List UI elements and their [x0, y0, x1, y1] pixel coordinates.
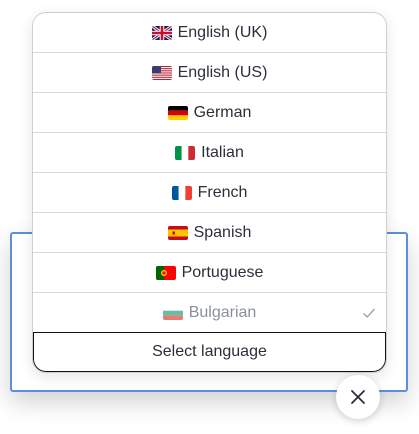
select-language-label: Select language: [152, 343, 267, 360]
spain-flag-icon: [167, 225, 188, 240]
option-english-uk[interactable]: English (UK): [33, 13, 386, 53]
option-label: Spanish: [193, 223, 252, 241]
checkmark-icon: [362, 306, 376, 320]
option-french[interactable]: French: [33, 173, 386, 213]
option-label: Italian: [201, 143, 244, 161]
option-bulgarian[interactable]: Bulgarian: [33, 293, 386, 333]
us-flag-icon: [151, 65, 172, 80]
language-selector-stage: English (UK) English (US) German Italian…: [0, 0, 419, 434]
portugal-flag-icon: [155, 265, 176, 280]
language-dropdown: English (UK) English (US) German Italian…: [32, 12, 387, 373]
select-language-button[interactable]: Select language: [33, 332, 386, 372]
bulgaria-flag-icon: [162, 305, 183, 320]
option-italian[interactable]: Italian: [33, 133, 386, 173]
option-label: English (US): [177, 63, 268, 81]
option-label: Bulgarian: [188, 303, 257, 321]
option-label: German: [193, 103, 252, 121]
close-button[interactable]: [336, 375, 380, 419]
option-label: French: [197, 183, 248, 201]
option-label: Portuguese: [181, 263, 264, 281]
close-icon: [350, 389, 366, 405]
option-english-us[interactable]: English (US): [33, 53, 386, 93]
option-german[interactable]: German: [33, 93, 386, 133]
germany-flag-icon: [167, 105, 188, 120]
option-portuguese[interactable]: Portuguese: [33, 253, 386, 293]
option-spanish[interactable]: Spanish: [33, 213, 386, 253]
option-label: English (UK): [177, 23, 268, 41]
uk-flag-icon: [151, 25, 172, 40]
language-options-list: English (UK) English (US) German Italian…: [33, 13, 386, 333]
france-flag-icon: [171, 185, 192, 200]
italy-flag-icon: [175, 145, 196, 160]
